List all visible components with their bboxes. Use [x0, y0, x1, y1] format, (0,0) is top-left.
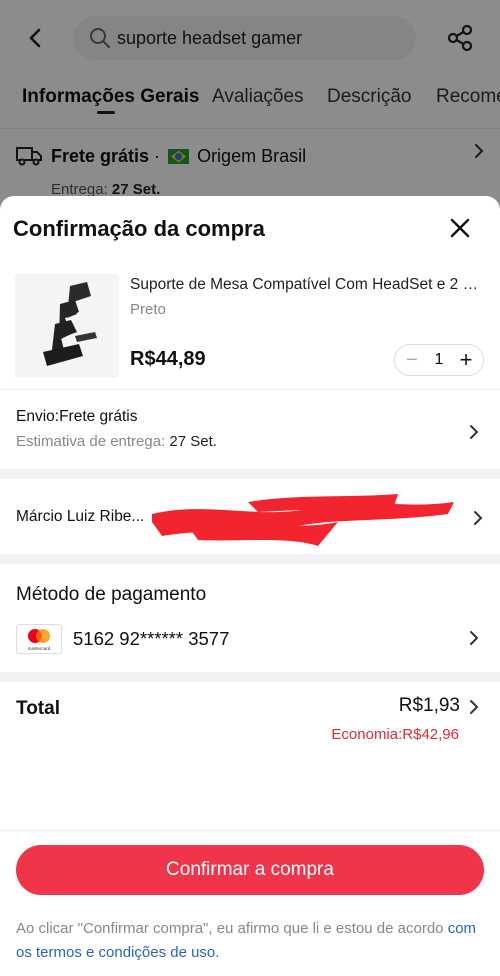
- shipping-method: Envio:Frete grátis: [16, 408, 138, 425]
- close-button[interactable]: [446, 214, 474, 242]
- estimate-label: Estimativa de entrega:: [16, 433, 166, 450]
- quantity-stepper: − 1 +: [394, 344, 484, 376]
- total-label: Total: [16, 698, 60, 719]
- terms-text: Ao clicar "Confirmar compra", eu afirmo …: [16, 920, 448, 937]
- payment-method-section[interactable]: Método de pagamento mastercard 5162 92**…: [0, 566, 500, 672]
- economy-amount: Economia:R$42,96: [331, 726, 459, 743]
- quantity-value: 1: [434, 351, 444, 368]
- terms-notice: Ao clicar "Confirmar compra", eu afirmo …: [16, 917, 486, 965]
- product-image: [15, 274, 119, 378]
- chevron-right-icon: [470, 425, 479, 439]
- product-name: Suporte de Mesa Compatível Com HeadSet e…: [130, 276, 482, 293]
- section-divider: [0, 672, 500, 682]
- card-brand-label: mastercard: [28, 646, 51, 651]
- purchase-confirmation-sheet: Confirmação da compra Suporte de Mesa Co…: [0, 196, 500, 976]
- redaction-scribble: [152, 494, 454, 546]
- product-variant: Preto: [130, 301, 166, 318]
- chevron-right-icon: [470, 631, 479, 645]
- total-value: R$1,93: [398, 695, 460, 716]
- recipient-name: Márcio Luiz Ribe...: [16, 508, 145, 525]
- order-total[interactable]: Total R$1,93 Economia:R$42,96: [0, 682, 500, 782]
- section-divider: [0, 554, 500, 564]
- increase-quantity-button[interactable]: +: [457, 347, 475, 373]
- sheet-title: Confirmação da compra: [13, 216, 265, 241]
- card-number: 5162 92****** 3577: [73, 628, 230, 649]
- mastercard-icon: mastercard: [16, 624, 62, 654]
- product-item: Suporte de Mesa Compatível Com HeadSet e…: [0, 266, 500, 388]
- delivery-estimate: Estimativa de entrega: 27 Set.: [16, 433, 217, 450]
- section-divider: [0, 469, 500, 479]
- close-icon: [450, 218, 470, 238]
- confirm-purchase-button[interactable]: Confirmar a compra: [16, 845, 484, 895]
- decrease-quantity-button[interactable]: −: [403, 349, 421, 372]
- confirmation-footer: Confirmar a compra Ao clicar "Confirmar …: [0, 830, 500, 976]
- shipping-address-row[interactable]: Márcio Luiz Ribe...: [0, 480, 500, 554]
- chevron-right-icon: [474, 511, 483, 525]
- product-price: R$44,89: [130, 348, 206, 370]
- payment-method-title: Método de pagamento: [16, 584, 207, 605]
- estimate-date: 27 Set.: [169, 433, 217, 450]
- shipping-method-row[interactable]: Envio:Frete grátis Estimativa de entrega…: [0, 390, 500, 468]
- chevron-right-icon: [470, 700, 479, 714]
